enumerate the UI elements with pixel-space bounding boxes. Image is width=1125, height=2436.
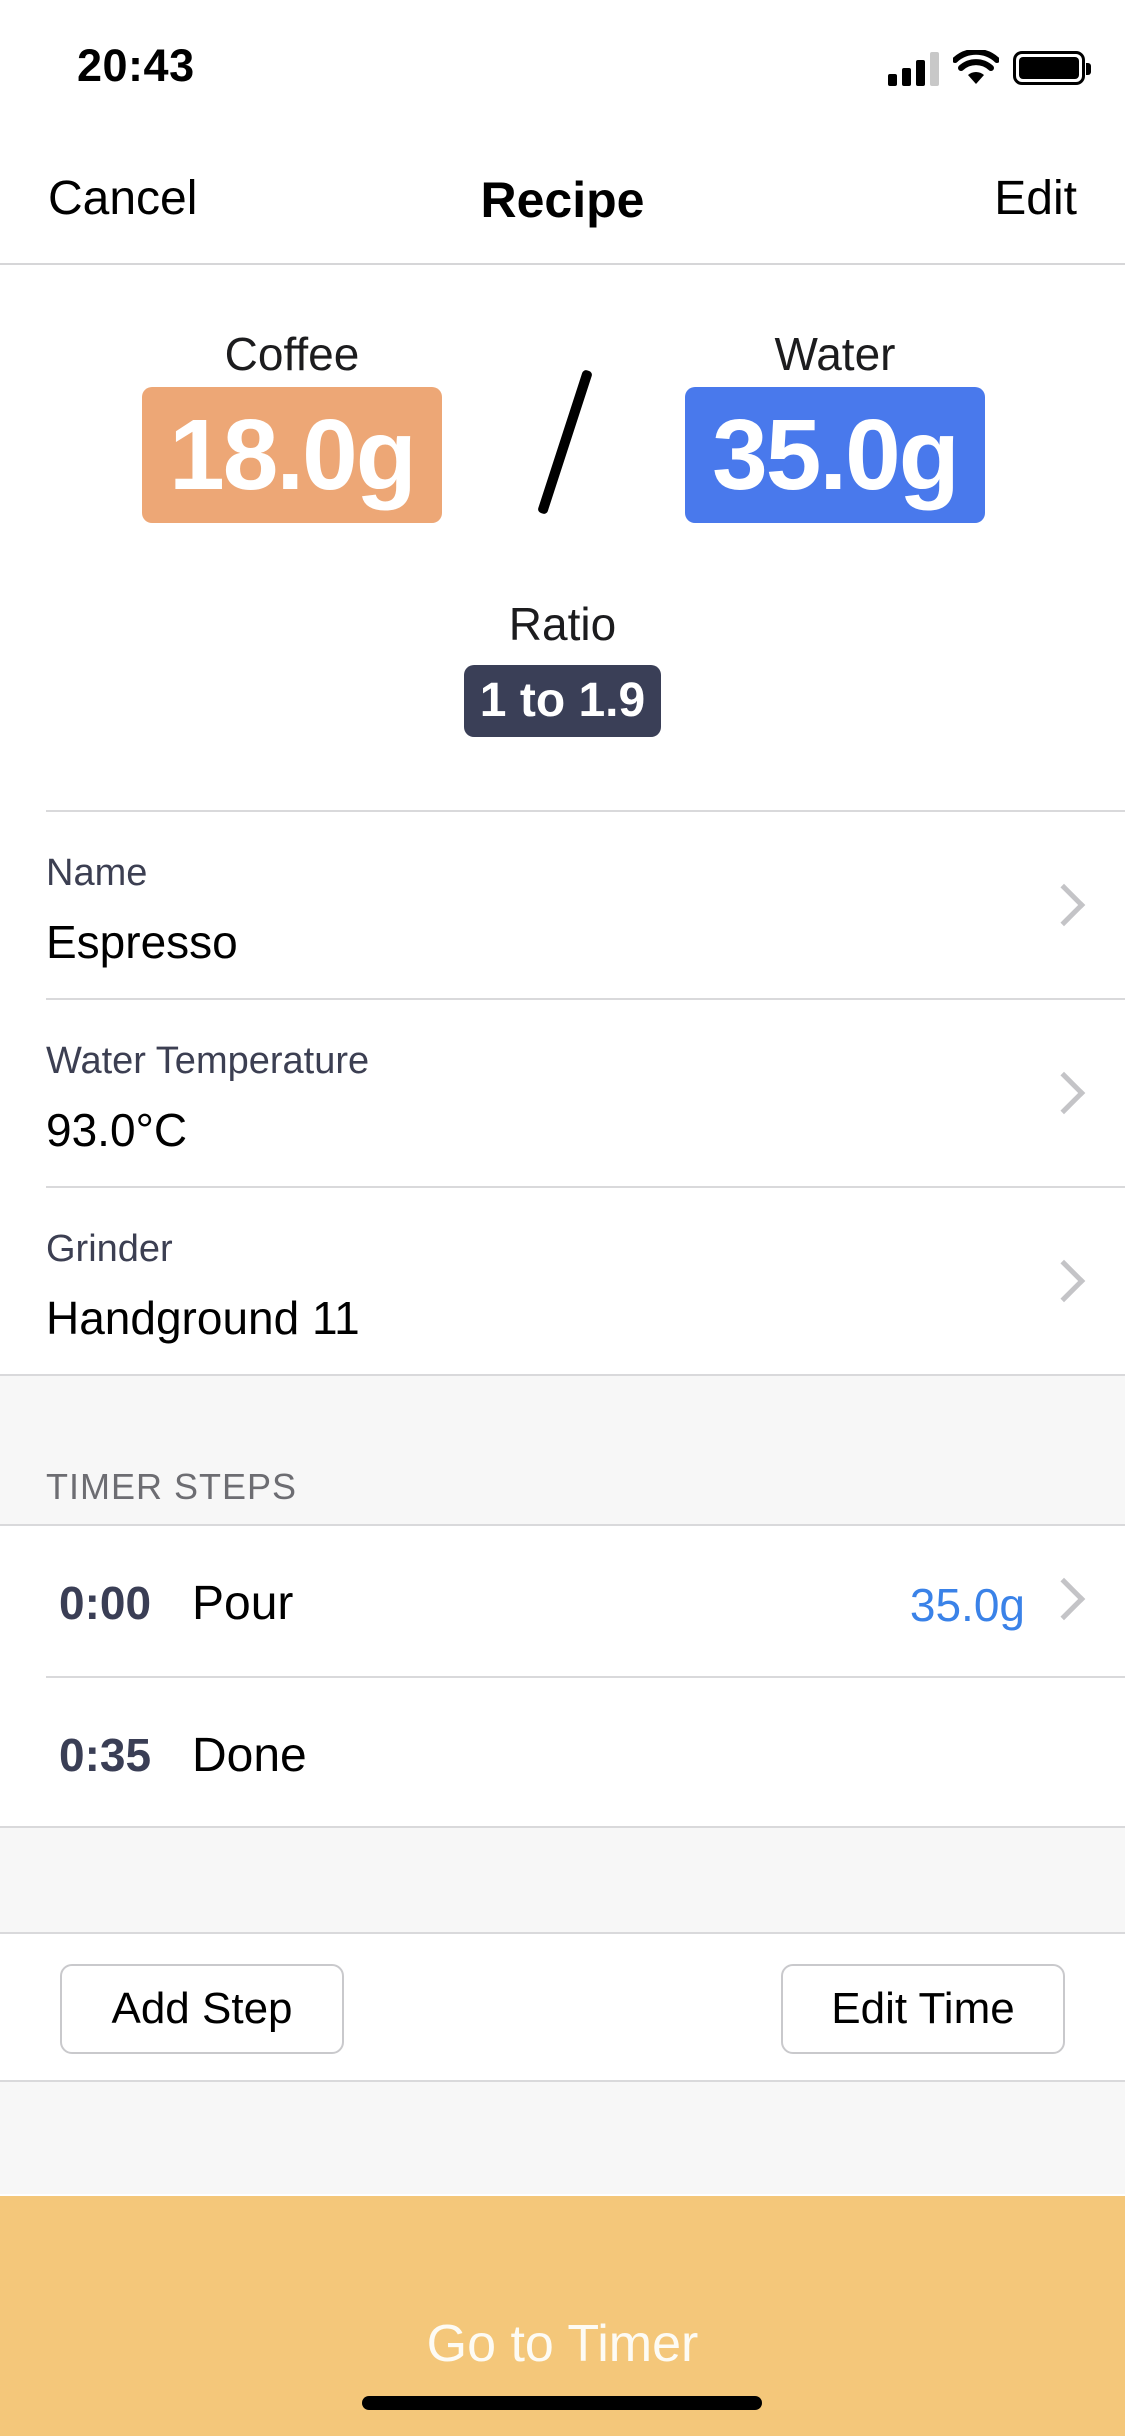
cellular-signal-icon xyxy=(888,50,939,86)
timer-step-row[interactable]: 0:35 Done xyxy=(46,1676,1125,1826)
coffee-label: Coffee xyxy=(224,328,360,380)
step-time: 0:35 xyxy=(59,1729,152,1781)
ratio-block: Ratio 1 to 1.9 xyxy=(0,597,1125,737)
home-indicator xyxy=(362,2396,762,2410)
timer-step-row[interactable]: 0:00 Pour 35.0g xyxy=(46,1526,1125,1676)
timer-steps-list: 0:00 Pour 35.0g 0:35 Done xyxy=(0,1524,1125,1828)
chevron-right-icon xyxy=(1042,1577,1086,1621)
ratio-label: Ratio xyxy=(508,598,617,650)
step-time: 0:00 xyxy=(59,1577,152,1629)
status-bar: 20:43 xyxy=(0,0,1125,135)
add-step-button[interactable]: Add Step xyxy=(60,1964,344,2054)
status-time: 20:43 xyxy=(77,40,195,91)
chevron-right-icon xyxy=(1042,1071,1086,1115)
ratio-summary: Coffee 18.0g Water 35.0g Ratio 1 to 1.9 xyxy=(0,267,1125,810)
grinder-label: Grinder xyxy=(46,1228,173,1270)
water-temperature-label: Water Temperature xyxy=(46,1040,370,1082)
wifi-icon xyxy=(953,50,999,84)
recipe-screen: 20:43 Cancel Recipe Edit Coffee 18.0g Wa… xyxy=(0,0,1125,2436)
water-temperature-row[interactable]: Water Temperature 93.0°C xyxy=(46,998,1125,1186)
water-temperature-value: 93.0°C xyxy=(46,1104,188,1156)
water-label: Water xyxy=(774,328,896,380)
chevron-right-icon xyxy=(1042,883,1086,927)
coffee-value-button[interactable]: 18.0g xyxy=(142,387,442,523)
coffee-amount-block: Coffee 18.0g xyxy=(142,327,442,523)
name-label: Name xyxy=(46,852,148,894)
status-icons xyxy=(888,50,1091,86)
ratio-value-button[interactable]: 1 to 1.9 xyxy=(463,665,662,737)
grinder-value: Handground 11 xyxy=(46,1292,360,1344)
navigation-bar: Cancel Recipe Edit xyxy=(0,135,1125,265)
ratio-separator xyxy=(537,369,593,515)
grinder-row[interactable]: Grinder Handground 11 xyxy=(46,1186,1125,1374)
water-value-button[interactable]: 35.0g xyxy=(685,387,985,523)
name-value: Espresso xyxy=(46,916,238,968)
timer-steps-header: TIMER STEPS xyxy=(46,1466,298,1507)
step-actions: Add Step Edit Time xyxy=(0,1932,1125,2082)
step-name: Done xyxy=(192,1729,307,1782)
chevron-right-icon xyxy=(1042,1259,1086,1303)
water-amount-block: Water 35.0g xyxy=(685,327,985,523)
edit-button[interactable]: Edit xyxy=(994,171,1077,226)
step-name: Pour xyxy=(192,1577,294,1630)
step-amount: 35.0g xyxy=(909,1579,1025,1631)
recipe-details: Name Espresso Water Temperature 93.0°C G… xyxy=(0,810,1125,1374)
edit-time-button[interactable]: Edit Time xyxy=(781,1964,1065,2054)
battery-icon xyxy=(1013,51,1091,85)
page-title: Recipe xyxy=(480,172,645,228)
name-row[interactable]: Name Espresso xyxy=(46,810,1125,998)
